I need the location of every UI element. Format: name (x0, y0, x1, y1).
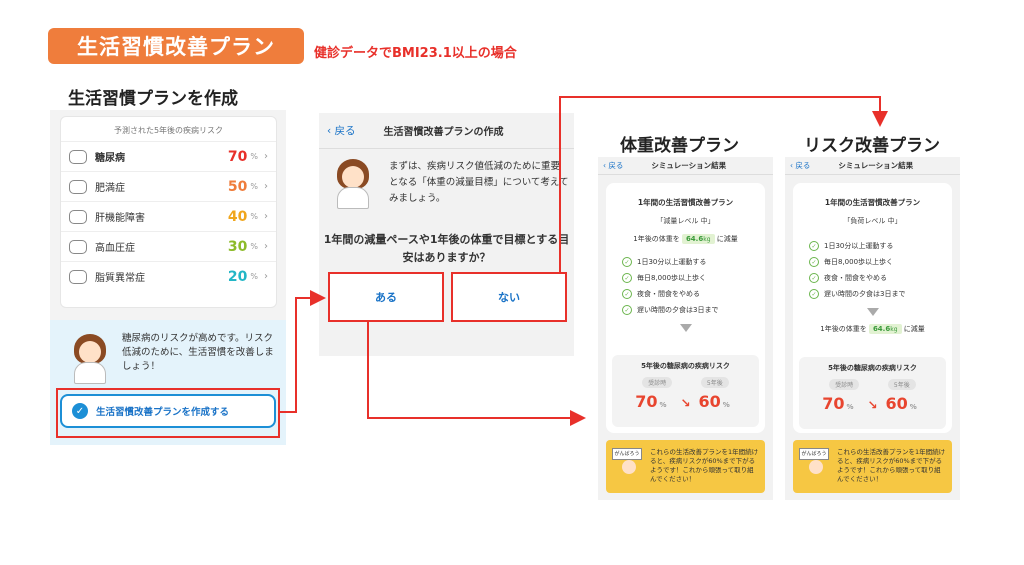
arrow-no-to-risk-plan (559, 96, 888, 272)
arrow-create-to-question (280, 290, 326, 413)
arrow-yes-to-weight-plan (367, 322, 586, 426)
flow-arrows (280, 96, 888, 426)
